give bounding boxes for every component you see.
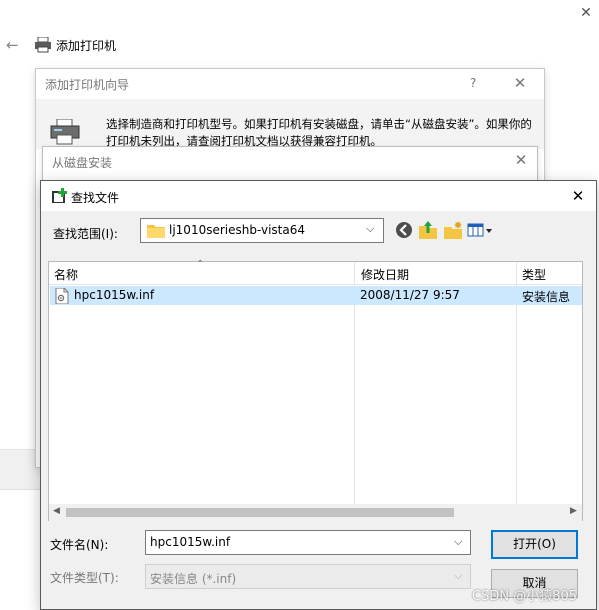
look-in-label: 查找范围(I): [53,227,118,241]
divider [0,489,40,490]
file-type-value: 安装信息 (*.inf) [150,572,237,586]
look-in-value: lj1010serieshb-vista64 [169,223,305,237]
back-icon [396,222,412,238]
dialog-title: 查找文件 [71,191,120,205]
disk-dialog-close-button[interactable]: ✕ [511,150,531,170]
page-title: 添加打印机 [56,39,117,53]
scroll-thumb[interactable] [66,508,454,517]
view-menu-button[interactable] [466,219,494,241]
file-name-value[interactable]: hpc1015w.inf [150,535,230,549]
column-header-name[interactable]: 名称 [54,266,78,283]
wizard-close-button[interactable]: ✕ [510,73,530,93]
file-list[interactable]: 名称 ⌃ 修改日期 类型 hpc1015w.inf 2008/11/27 9:5… [48,259,583,521]
chevron-down-icon[interactable]: ⌵ [454,535,462,549]
up-folder-button[interactable] [417,219,439,241]
inf-file-icon [55,287,69,307]
new-folder-button[interactable] [442,219,464,241]
sort-up-icon: ⌃ [196,259,205,270]
scroll-left-icon[interactable]: ◀ [53,506,60,516]
file-name-label: 文件名(N): [50,538,109,552]
disk-dialog-title: 从磁盘安装 [52,156,113,170]
new-folder-icon [444,221,462,239]
back-arrow-icon[interactable]: ← [6,36,22,54]
find-file-dialog: 查找文件 ✕ 查找范围(I): lj1010serieshb-vista64 ⌵ [40,180,597,610]
look-in-dropdown[interactable]: lj1010serieshb-vista64 ⌵ [140,218,384,243]
dialog-titlebar[interactable]: 查找文件 ✕ [41,181,596,211]
view-menu-icon [467,223,492,237]
help-button[interactable]: ? [470,73,484,93]
wizard-header: 选择制造商和打印机型号。如果打印机有安装磁盘，请单击“从磁盘安装”。如果你的打印… [36,99,544,149]
horizontal-scrollbar[interactable]: ◀ ▶ [49,504,582,521]
list-header: 名称 ⌃ 修改日期 类型 [49,259,582,285]
file-date: 2008/11/27 9:57 [360,288,460,302]
folder-plus-icon [51,188,67,207]
file-name: hpc1015w.inf [74,288,155,302]
wizard-title: 添加打印机向导 [45,78,130,92]
list-item[interactable]: hpc1015w.inf 2008/11/27 9:57 安装信息 [50,286,582,305]
printer-icon [50,118,80,148]
column-header-date[interactable]: 修改日期 [361,266,409,283]
wizard-titlebar[interactable]: 添加打印机向导 ? ✕ [36,69,544,99]
column-header-type[interactable]: 类型 [522,266,546,283]
chevron-down-icon: ⌵ [454,569,463,582]
back-button[interactable] [393,219,415,241]
printer-icon [34,36,52,56]
file-type: 安装信息 [522,290,571,304]
background-footer [0,449,40,489]
file-name-input[interactable]: hpc1015w.inf ⌵ [145,530,471,555]
close-button[interactable]: ✕ [567,185,589,207]
chevron-down-icon: ⌵ [366,222,375,235]
file-type-dropdown[interactable]: 安装信息 (*.inf) ⌵ [145,564,471,589]
folder-icon [147,223,165,241]
up-folder-icon [419,221,437,239]
wizard-description: 选择制造商和打印机型号。如果打印机有安装磁盘，请单击“从磁盘安装”。如果你的打印… [106,117,532,148]
scroll-right-icon[interactable]: ▶ [570,506,577,516]
watermark: CSDN @小猿805 [472,589,578,604]
background-close-button[interactable]: ✕ [575,2,597,24]
file-type-label: 文件类型(T): [50,571,119,585]
open-button[interactable]: 打开(O) [491,530,578,559]
